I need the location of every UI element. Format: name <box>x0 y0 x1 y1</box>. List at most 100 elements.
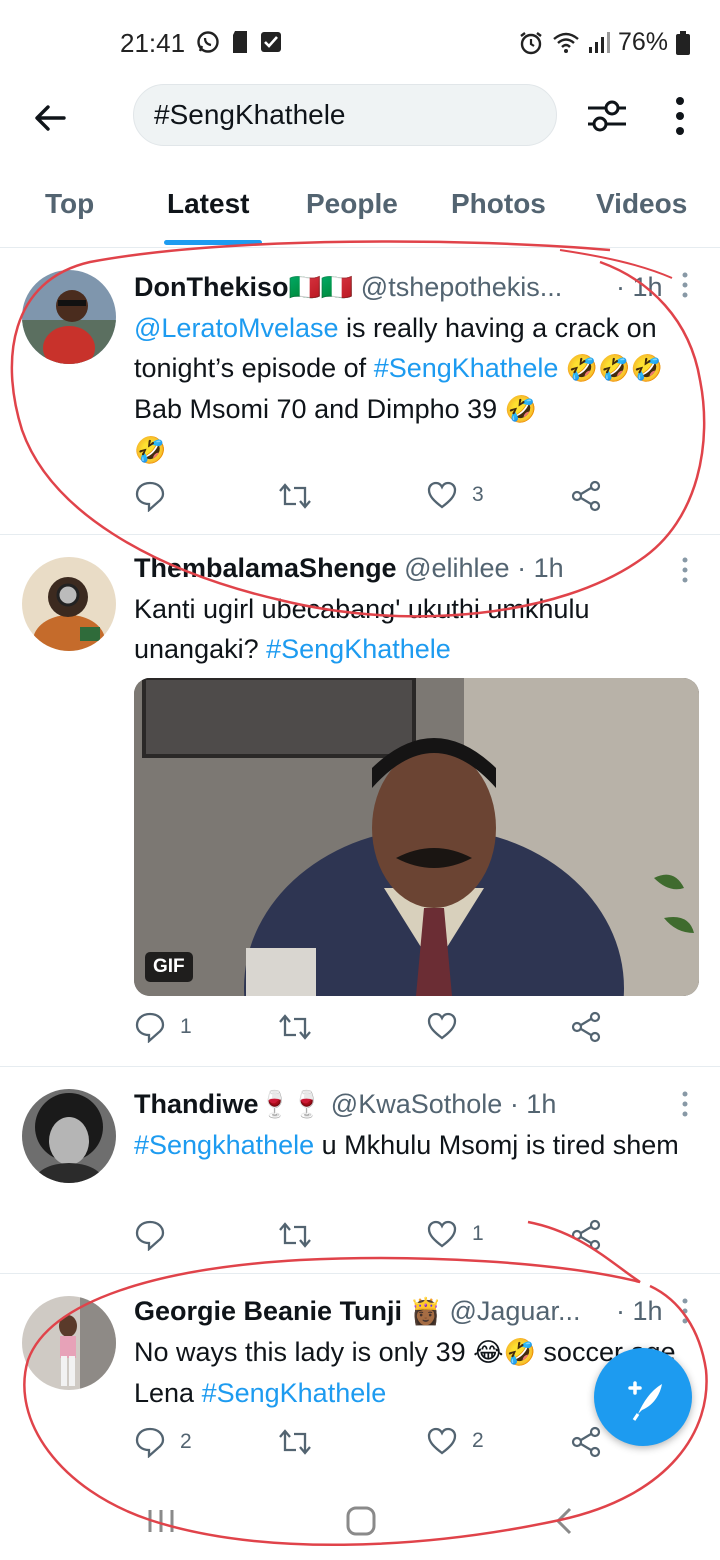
retweet-button[interactable] <box>277 1426 327 1458</box>
tweet-actions: 3 <box>134 480 614 520</box>
handle[interactable]: @elihlee <box>404 553 509 583</box>
battery-icon <box>676 30 690 55</box>
reply-icon <box>135 1220 165 1251</box>
retweet-button[interactable] <box>277 480 327 512</box>
tweet-emoji: 🤣 <box>504 395 538 425</box>
retweet-icon <box>279 483 311 509</box>
like-count: 2 <box>472 1429 484 1452</box>
search-tabs: Top Latest People Photos Videos <box>0 172 720 248</box>
active-tab-indicator <box>164 240 262 245</box>
hashtag-link[interactable]: #Sengkhathele <box>134 1130 314 1160</box>
like-button[interactable]: 3 <box>426 480 484 510</box>
heart-icon <box>427 481 457 509</box>
share-icon <box>571 1219 601 1251</box>
wifi-icon <box>553 32 579 53</box>
avatar[interactable] <box>22 557 116 651</box>
share-button[interactable] <box>570 1219 602 1251</box>
heart-icon <box>427 1427 457 1455</box>
sd-card-icon <box>233 31 247 53</box>
retweet-icon <box>279 1429 311 1455</box>
tweet-more-icon[interactable] <box>680 1298 690 1324</box>
whatsapp-icon <box>197 31 219 53</box>
retweet-button[interactable] <box>277 1011 327 1043</box>
more-options-icon[interactable] <box>668 94 692 138</box>
tweet[interactable]: DonThekiso🇮🇹🇮🇹 @tshepothekis... · 1h @Le… <box>0 248 720 535</box>
tweet-actions: 2 2 <box>134 1426 614 1466</box>
home-icon[interactable] <box>346 1506 376 1536</box>
display-name[interactable]: ThembalamaShenge <box>134 553 397 583</box>
display-name[interactable]: Georgie Beanie Tunji <box>134 1296 402 1326</box>
share-button[interactable] <box>570 1011 602 1043</box>
hashtag-link[interactable]: #SengKhathele <box>202 1378 387 1408</box>
reply-icon <box>135 1427 165 1458</box>
tweet-emoji: 🤣🤣🤣 <box>565 354 663 384</box>
tweet-more-icon[interactable] <box>680 272 690 298</box>
reply-count: 2 <box>180 1430 192 1453</box>
system-nav-bar <box>0 1480 720 1560</box>
back-arrow-icon[interactable] <box>30 98 70 138</box>
tweet-more-icon[interactable] <box>680 557 690 583</box>
compose-tweet-button[interactable] <box>594 1348 692 1446</box>
share-button[interactable] <box>570 480 602 512</box>
checkbox-icon <box>261 32 281 52</box>
display-name[interactable]: Thandiwe <box>134 1089 259 1119</box>
tweet-time: · 1h <box>517 553 564 583</box>
search-input[interactable]: #SengKhathele <box>133 84 557 146</box>
alarm-icon <box>520 31 542 54</box>
handle[interactable]: @KwaSothole <box>331 1089 503 1119</box>
like-count: 3 <box>472 483 484 506</box>
battery-percent: 76% <box>617 28 668 56</box>
recent-apps-icon[interactable] <box>146 1508 176 1534</box>
tweet[interactable]: Thandiwe🍷🍷 @KwaSothole · 1h #Sengkhathel… <box>0 1067 720 1274</box>
handle[interactable]: @tshepothekis... <box>361 272 563 302</box>
like-button[interactable] <box>426 1011 472 1041</box>
name-emoji: 🇮🇹🇮🇹 <box>288 273 354 303</box>
tab-top[interactable]: Top <box>45 188 94 220</box>
share-icon <box>571 480 601 512</box>
tweet-header: ThembalamaShenge @elihlee · 1h <box>134 553 564 584</box>
tab-videos[interactable]: Videos <box>596 188 687 220</box>
tweet-actions: 1 <box>134 1011 614 1051</box>
display-name[interactable]: DonThekiso <box>134 272 289 302</box>
filter-sliders-icon[interactable] <box>585 94 629 138</box>
tweet-emoji: 😂🤣 <box>473 1338 536 1368</box>
tweet-emoji: 🤣 <box>134 436 167 466</box>
hashtag-link[interactable]: #SengKhathele <box>374 353 559 383</box>
reply-button[interactable] <box>134 480 180 512</box>
notification-icons <box>196 30 282 54</box>
tweet-header: Thandiwe🍷🍷 @KwaSothole · 1h <box>134 1089 556 1120</box>
tab-latest[interactable]: Latest <box>167 188 249 220</box>
reply-button[interactable]: 2 <box>134 1426 192 1458</box>
share-icon <box>571 1011 601 1043</box>
retweet-icon <box>279 1222 311 1248</box>
status-bar: 21:41 76% <box>0 0 720 82</box>
signal-icon <box>588 31 610 53</box>
tweet-time: · 1h <box>616 1296 663 1326</box>
gif-media[interactable] <box>134 678 699 996</box>
avatar[interactable] <box>22 270 116 364</box>
heart-icon <box>427 1220 457 1248</box>
tweet-header: Georgie Beanie Tunji 👸🏾 @Jaguar... <box>134 1296 580 1327</box>
like-button[interactable]: 1 <box>426 1219 484 1249</box>
reply-button[interactable]: 1 <box>134 1011 192 1043</box>
compose-feather-icon <box>628 1381 662 1421</box>
reply-count: 1 <box>180 1015 192 1038</box>
mention-link[interactable]: @LeratoMvelase <box>134 313 339 343</box>
hashtag-link[interactable]: #SengKhathele <box>266 634 451 664</box>
tab-people[interactable]: People <box>306 188 398 220</box>
name-emoji: 👸🏾 <box>409 1297 442 1327</box>
retweet-button[interactable] <box>277 1219 327 1251</box>
tweet-more-icon[interactable] <box>680 1091 690 1117</box>
tweet-text: @LeratoMvelase is really having a crack … <box>134 313 663 466</box>
avatar[interactable] <box>22 1089 116 1183</box>
reply-button[interactable] <box>134 1219 180 1251</box>
avatar[interactable] <box>22 1296 116 1390</box>
handle[interactable]: @Jaguar... <box>449 1296 580 1326</box>
like-button[interactable]: 2 <box>426 1426 484 1456</box>
heart-icon <box>427 1012 457 1040</box>
gif-badge: GIF <box>145 952 193 982</box>
tweet-text: Kanti ugirl ubecabang' ukuthi umkhulu un… <box>134 594 590 664</box>
reply-icon <box>135 1012 165 1043</box>
tab-photos[interactable]: Photos <box>451 188 546 220</box>
back-nav-icon[interactable] <box>554 1506 574 1536</box>
